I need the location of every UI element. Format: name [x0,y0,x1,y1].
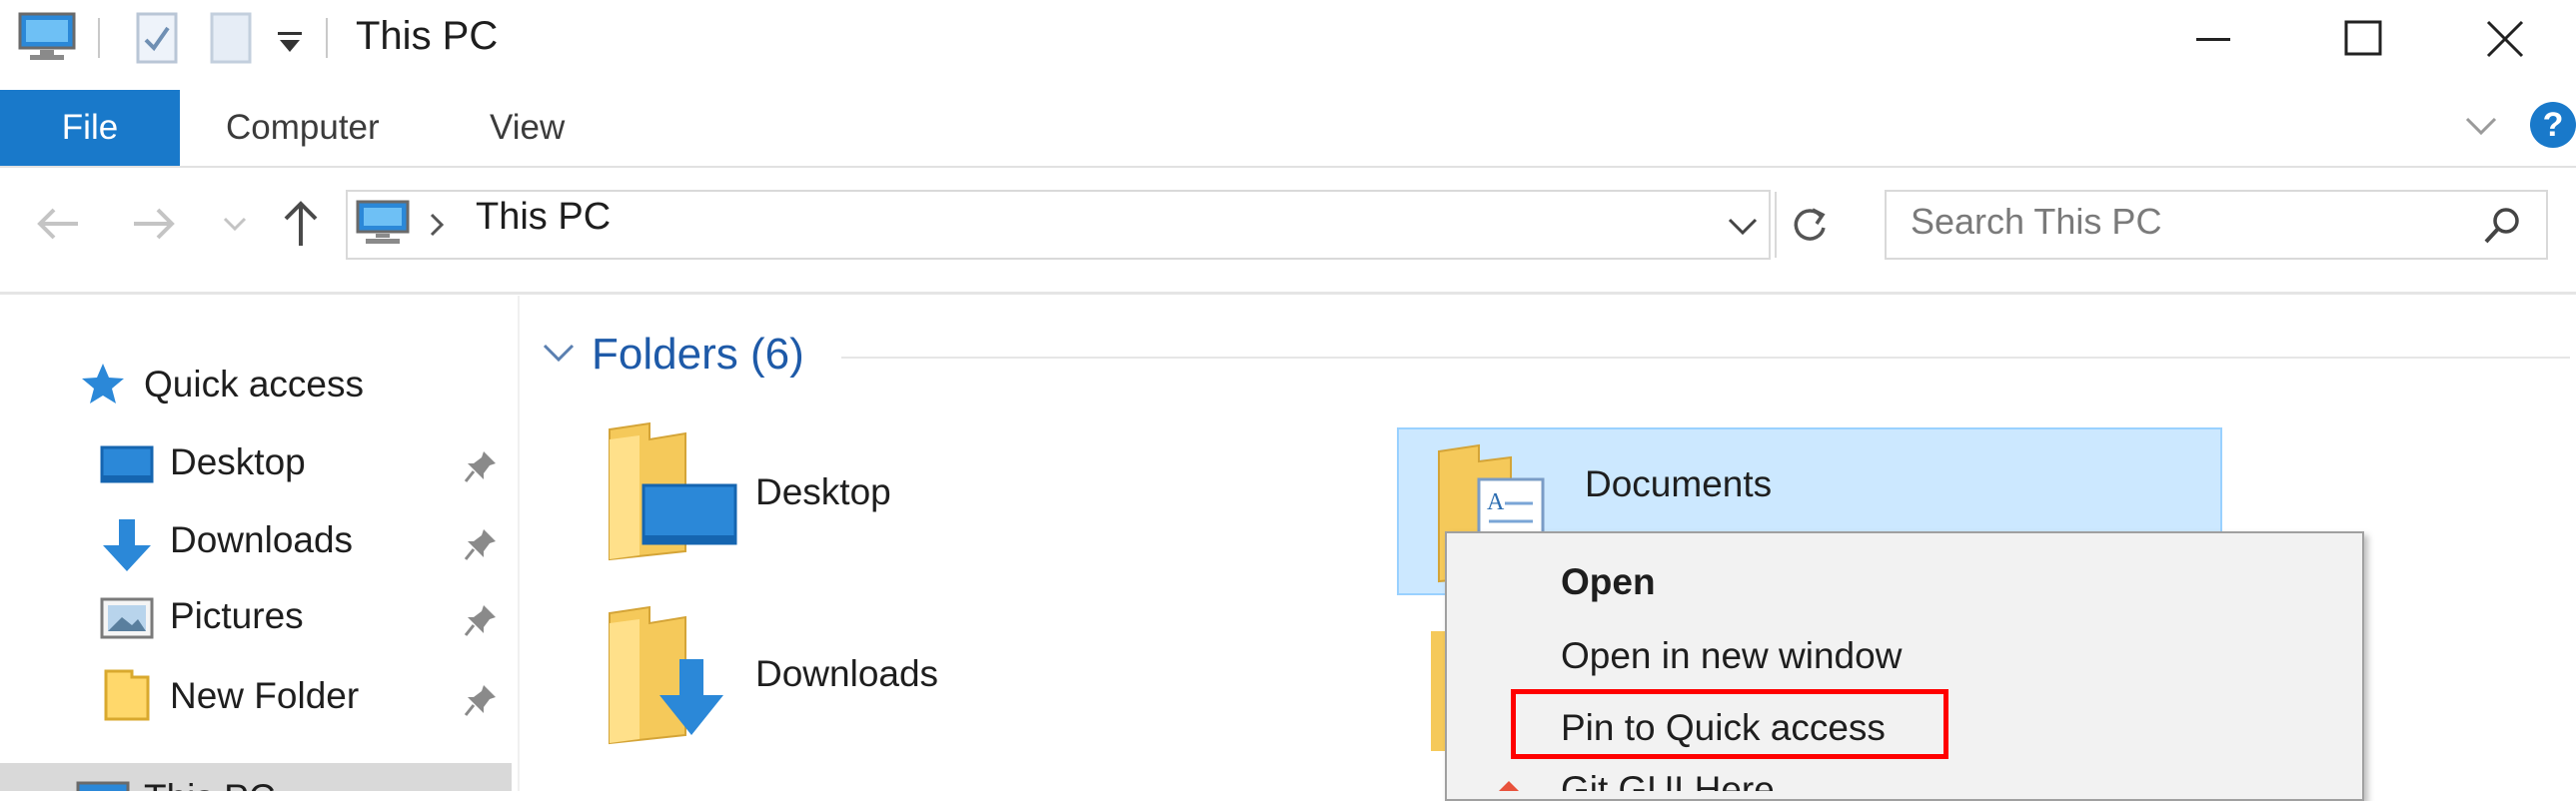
downloads-folder-icon[interactable] [600,603,739,747]
folder-tile-label: Downloads [755,653,939,694]
pin-icon[interactable] [464,683,498,717]
folder-tile-label: Desktop [755,471,891,512]
tab-computer[interactable]: Computer [226,90,380,166]
sidebar-item-pictures[interactable]: Pictures [170,595,304,637]
up-button[interactable] [280,198,322,250]
highlight-box [1511,689,1948,759]
pin-icon[interactable] [464,527,498,561]
customize-qat-icon[interactable] [276,30,304,54]
menu-item-open[interactable]: Open [1561,561,1656,603]
pin-icon[interactable] [464,449,498,483]
refresh-icon [1794,208,1826,241]
sidebar-item-quick-access[interactable]: Quick access [144,364,364,405]
minimize-button[interactable] [2138,0,2288,78]
sidebar-item-downloads[interactable]: Downloads [170,519,353,561]
search-placeholder: Search This PC [1911,201,2162,242]
collapse-group-icon[interactable] [542,342,576,366]
expand-ribbon-icon[interactable] [2464,114,2498,138]
address-divider [1775,192,1777,258]
chevron-down-icon [223,217,247,232]
pictures-icon [100,597,154,639]
svg-text:A: A [1487,489,1505,515]
qat-separator [98,18,100,58]
search-icon[interactable] [2482,206,2522,246]
forward-button[interactable] [128,204,178,244]
maximize-button[interactable] [2288,0,2438,78]
menu-item-open-new-window[interactable]: Open in new window [1561,635,1902,677]
download-icon [100,517,154,573]
new-folder-qat-icon[interactable] [210,12,252,64]
breadcrumb-separator-icon[interactable] [428,212,446,238]
sidebar-item-desktop[interactable]: Desktop [170,441,306,483]
breadcrumb-this-pc[interactable]: This PC [476,196,611,239]
forward-arrow-icon [134,208,175,240]
computer-icon[interactable] [18,12,76,62]
address-history-icon[interactable] [1727,216,1759,238]
sidebar-item-this-pc[interactable]: This PC [0,763,512,791]
desktop-icon [100,445,154,485]
git-icon [1499,781,1519,791]
minimize-icon [2196,38,2230,41]
qat-separator-2 [326,18,328,58]
star-icon [80,362,126,405]
group-header[interactable]: Folders (6) [592,330,804,380]
address-computer-icon [356,200,410,246]
menu-item-git-gui-here[interactable]: Git GUI Here [1445,773,2364,791]
ribbon-tabs [0,90,2576,168]
properties-icon[interactable] [136,12,178,64]
close-button[interactable] [2438,0,2576,78]
tab-view[interactable]: View [490,90,565,166]
help-button[interactable]: ? [2530,102,2576,148]
window-title: This PC [356,14,499,58]
folder-icon [104,669,150,721]
sidebar-item-new-folder[interactable]: New Folder [170,675,359,717]
recent-locations-button[interactable] [222,216,248,234]
refresh-button[interactable] [1789,204,1831,246]
pin-icon[interactable] [464,603,498,637]
computer-icon [76,781,130,791]
tab-file[interactable]: File [0,90,180,166]
maximize-icon [2344,20,2382,56]
close-icon [2486,20,2524,58]
folder-tile-label: Documents [1585,463,1773,504]
desktop-folder-icon[interactable] [600,419,739,563]
back-button[interactable] [34,204,84,244]
menu-item-git-gui-label: Git GUI Here [1561,773,1775,791]
up-arrow-icon [284,201,318,246]
sidebar-item-this-pc-label: This PC [144,777,276,791]
back-arrow-icon [37,208,78,240]
group-divider [841,357,2570,359]
